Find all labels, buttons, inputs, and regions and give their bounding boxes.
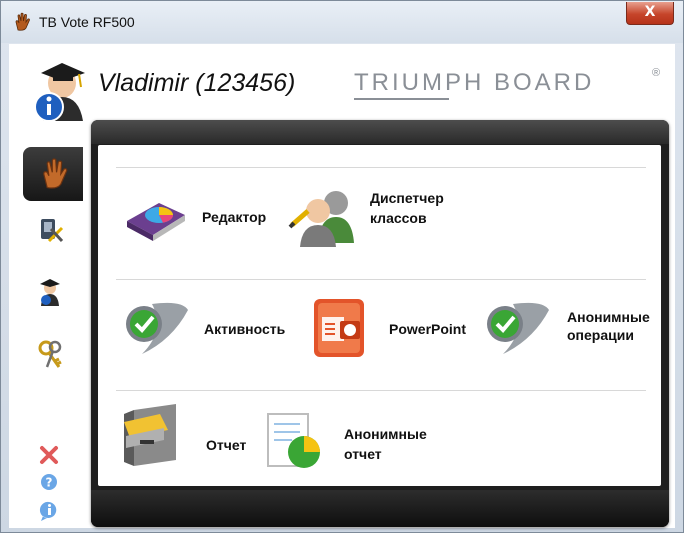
editor-label: Редактор — [202, 209, 267, 225]
exit-icon — [40, 446, 58, 464]
sidebar-item-voting[interactable] — [23, 147, 83, 201]
report-button[interactable]: Отчет — [120, 400, 270, 470]
sidebar-help-button[interactable]: ? — [39, 472, 61, 492]
main-menu-panel: Редактор Диспетчер классов Активность Po… — [91, 120, 669, 527]
report-label: Отчет — [206, 437, 247, 453]
sidebar-item-students[interactable] — [37, 277, 85, 325]
brand-registered-mark: ® — [652, 67, 661, 79]
brand-underline — [354, 98, 449, 100]
powerpoint-button[interactable]: PowerPoint — [308, 295, 488, 361]
info-icon — [39, 501, 57, 521]
powerpoint-icon — [314, 299, 364, 357]
svg-text:?: ? — [46, 476, 53, 490]
help-icon: ? — [41, 474, 57, 490]
student-icon — [40, 279, 60, 306]
window-title: TB Vote RF500 — [39, 14, 135, 30]
hand-icon — [43, 158, 68, 189]
title-bar[interactable]: TB Vote RF500 X — [1, 1, 683, 43]
brand-logo-text: TRIUMPH BOARD — [354, 69, 595, 96]
report-cabinet-icon — [124, 404, 176, 466]
sidebar-item-keys[interactable] — [37, 339, 85, 387]
panel-footer-bar — [91, 490, 669, 527]
divider — [116, 167, 646, 168]
anonymous-operations-check-icon — [487, 302, 549, 354]
close-button[interactable]: X — [626, 2, 674, 25]
powerpoint-label: PowerPoint — [389, 321, 467, 337]
activity-check-icon — [126, 302, 188, 354]
sidebar-exit-button[interactable] — [39, 445, 61, 465]
divider — [116, 390, 646, 391]
sidebar-item-tools[interactable] — [37, 217, 85, 265]
editor-book-icon — [127, 203, 185, 241]
activity-button[interactable]: Активность — [118, 300, 303, 356]
class-manager-button[interactable]: Диспетчер классов — [288, 181, 488, 249]
user-name: Vladimir (123456) — [98, 69, 296, 97]
anonymous-report-button[interactable]: Анонимные отчет — [266, 410, 466, 474]
panel-header-bar — [91, 120, 669, 144]
hand-app-icon — [15, 12, 30, 31]
user-info-icon — [34, 63, 85, 122]
keys-icon — [38, 340, 62, 368]
class-manager-icon — [288, 191, 354, 247]
app-window: TB Vote RF500 X Vladimir (123456) TRIUMP… — [0, 0, 684, 533]
anonymous-operations-button[interactable]: Анонимные операции — [483, 300, 668, 356]
panel-content: Редактор Диспетчер классов Активность Po… — [98, 145, 661, 486]
anonymous-report-label-line2: отчет — [344, 446, 382, 462]
sidebar-info-button[interactable] — [39, 500, 61, 522]
class-manager-label-line1: Диспетчер — [370, 190, 444, 206]
editor-button[interactable]: Редактор — [118, 185, 298, 245]
anonymous-operations-label-line1: Анонимные — [567, 309, 650, 325]
divider — [116, 279, 646, 280]
class-manager-label-line2: классов — [370, 210, 427, 226]
anonymous-report-label-line1: Анонимные — [344, 426, 427, 442]
activity-label: Активность — [204, 321, 286, 337]
tools-icon — [41, 219, 64, 243]
anonymous-report-chart-icon — [267, 413, 320, 468]
anonymous-operations-label-line2: операции — [567, 327, 634, 343]
